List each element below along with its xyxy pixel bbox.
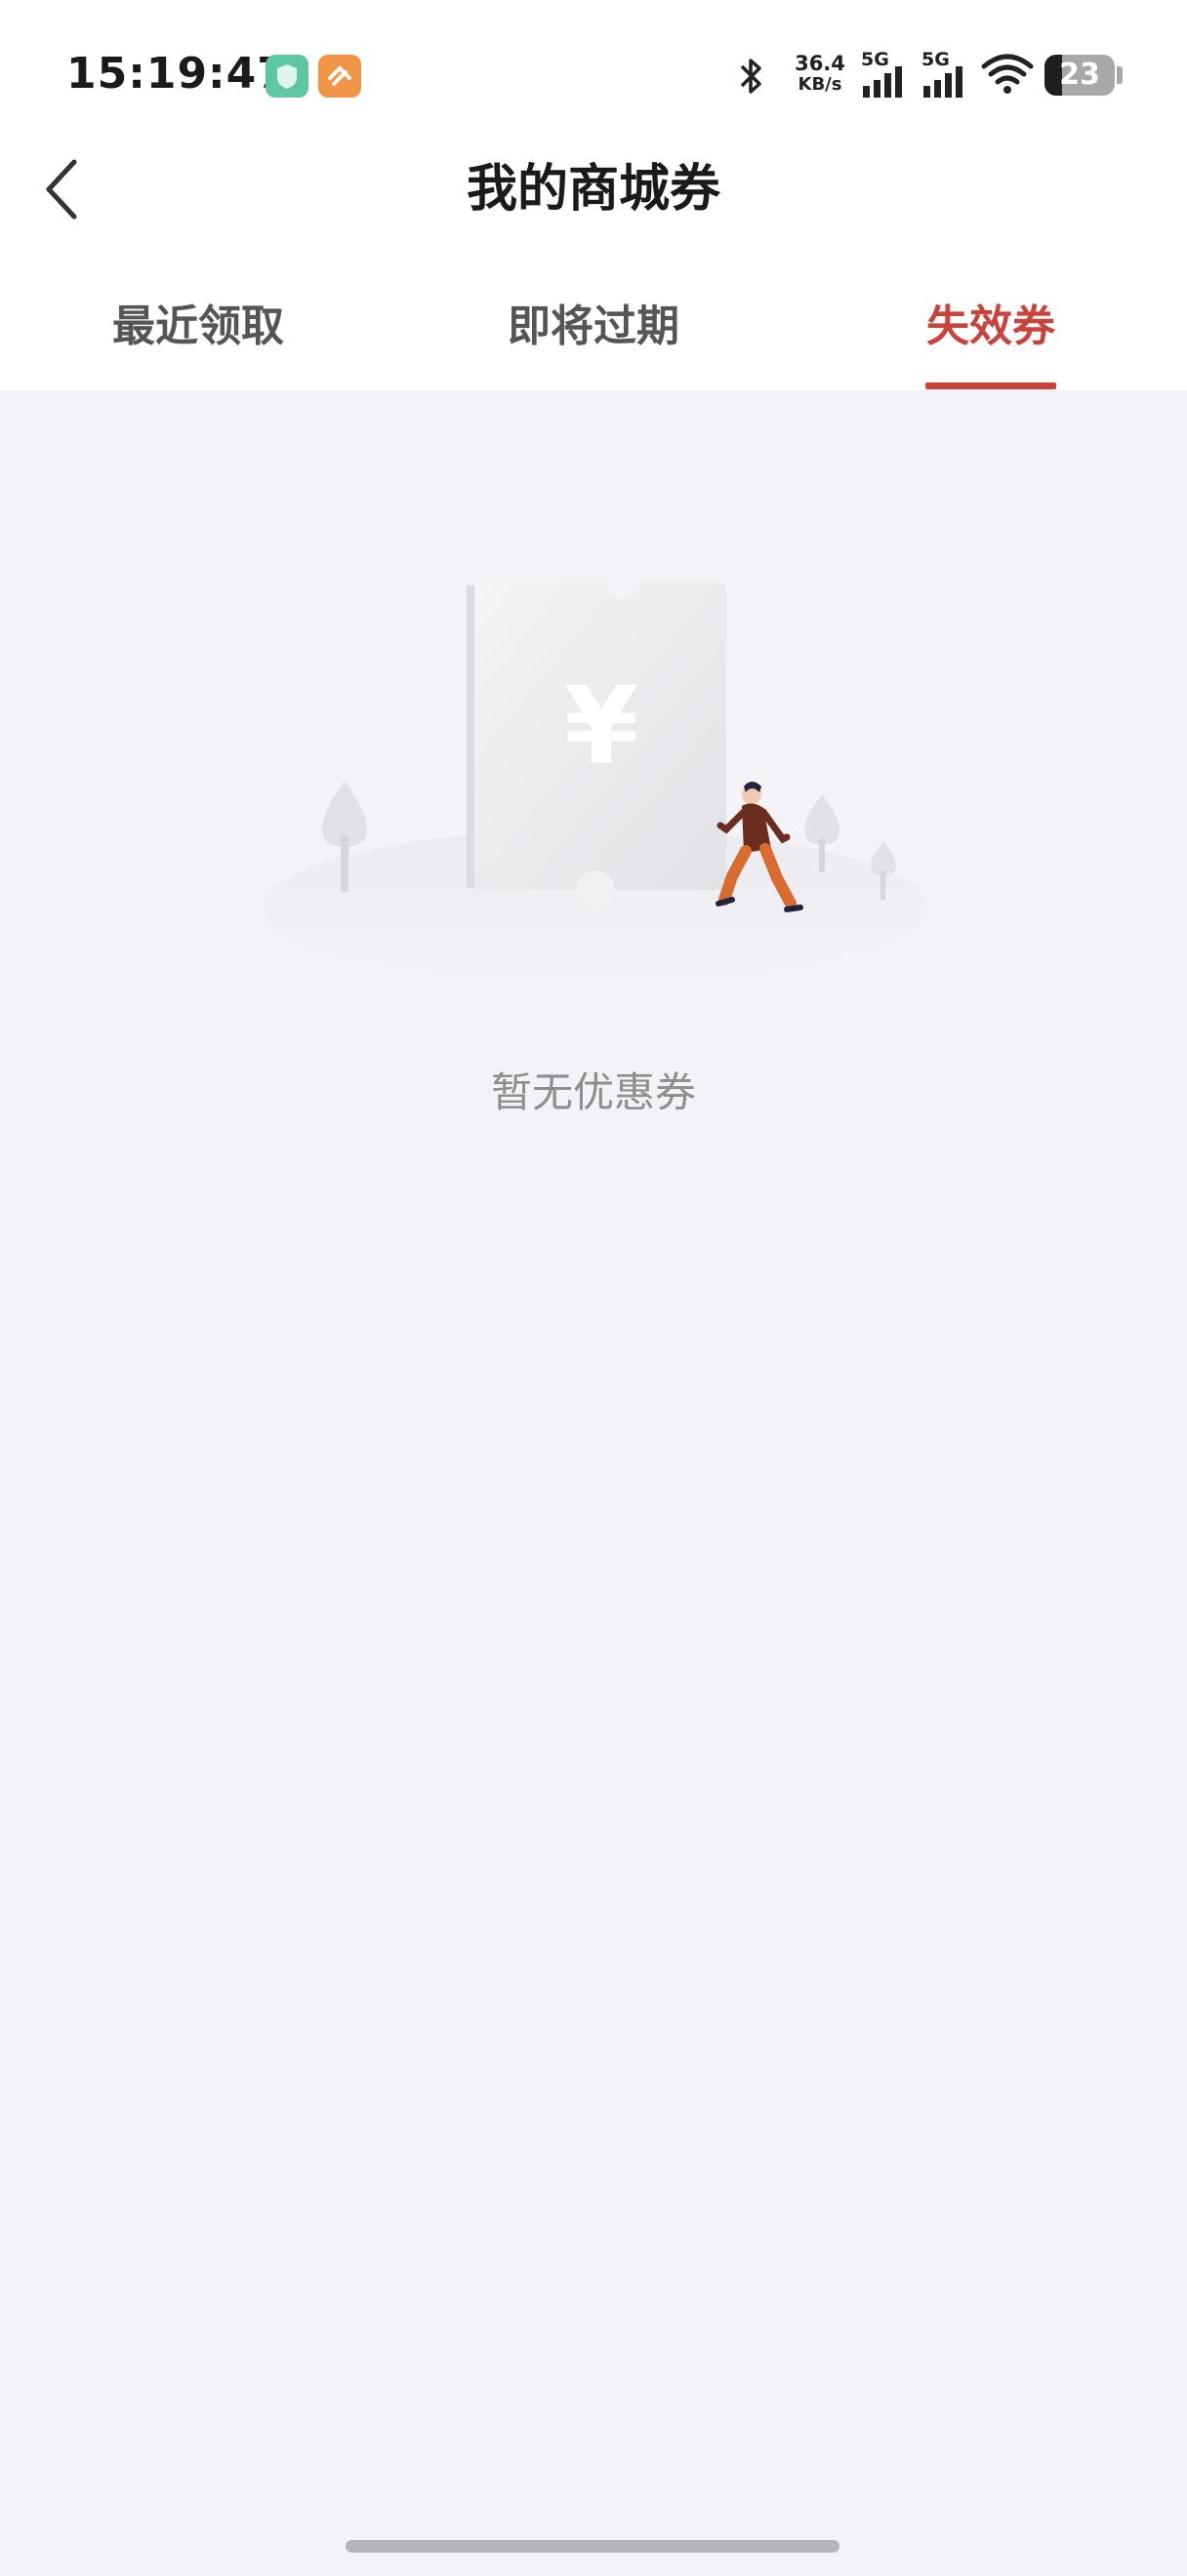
home-indicator[interactable]: [346, 2540, 839, 2553]
tab-recently-received[interactable]: 最近领取: [88, 293, 308, 361]
page-title: 我的商城券: [466, 160, 720, 219]
status-time: 15:19:47: [66, 49, 288, 99]
network-speed-unit: KB/s: [798, 74, 842, 95]
network-speed: 36.4 KB/s: [791, 53, 849, 96]
tab-expired[interactable]: 失效券: [898, 293, 1084, 361]
signal-2-icon: [921, 64, 970, 101]
battery-level: 23: [1059, 58, 1100, 92]
tab-expiring-soon[interactable]: 即将过期: [483, 293, 704, 361]
wifi-icon: [980, 53, 1035, 100]
battery-icon: 23: [1044, 55, 1115, 96]
shield-app-icon: [266, 55, 308, 98]
tab-active-indicator: [925, 382, 1056, 389]
network-speed-value: 36.4: [795, 52, 845, 75]
battery-tip: [1117, 66, 1123, 84]
signal-1-icon: [861, 64, 910, 101]
bluetooth-icon: [734, 55, 769, 101]
empty-state-message: 暂无优惠券: [490, 1068, 696, 1116]
yen-symbol: ¥: [564, 664, 639, 788]
empty-coupon-illustration: ¥: [244, 546, 947, 995]
health-app-icon: [318, 55, 361, 98]
